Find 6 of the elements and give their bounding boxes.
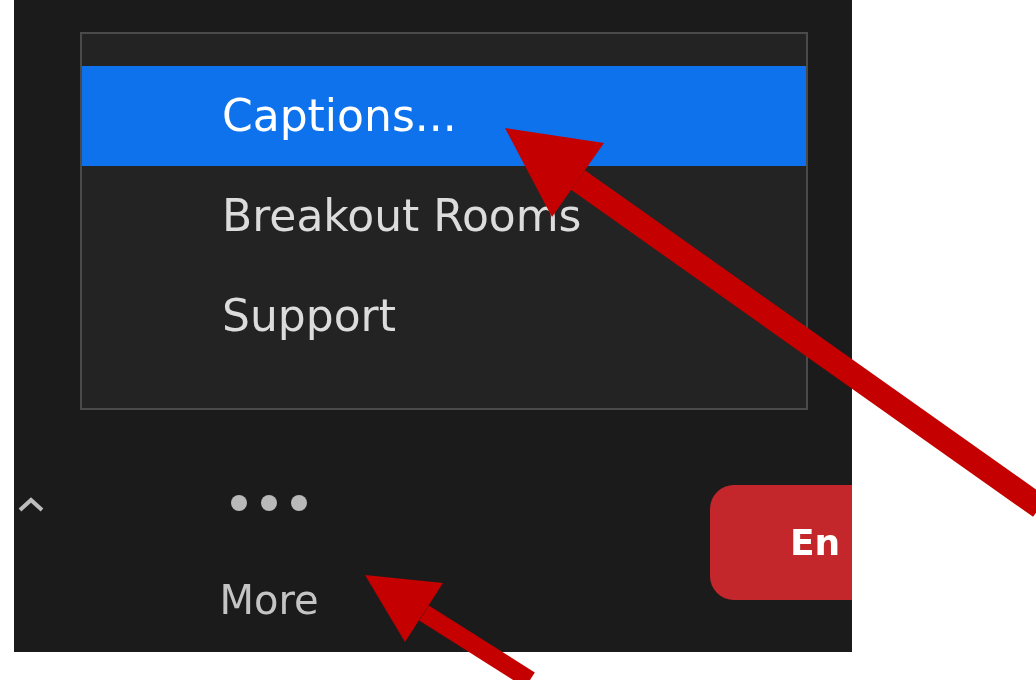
menu-item[interactable]: Support: [82, 266, 806, 366]
menu-item[interactable]: Captions...: [82, 66, 806, 166]
end-button[interactable]: En: [710, 485, 852, 600]
caret-icon[interactable]: [16, 496, 46, 512]
more-button[interactable]: More: [204, 410, 334, 652]
menu-item[interactable]: Breakout Rooms: [82, 166, 806, 266]
